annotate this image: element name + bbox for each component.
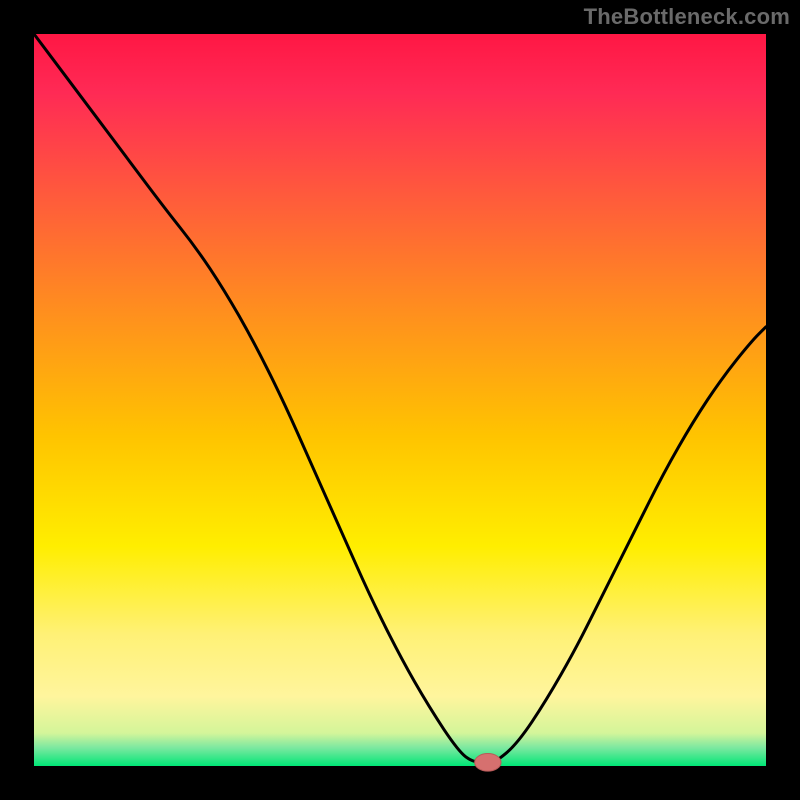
bottleneck-chart: TheBottleneck.com — [0, 0, 800, 800]
watermark-text: TheBottleneck.com — [584, 4, 790, 30]
optimal-point-marker — [475, 754, 501, 772]
chart-svg — [0, 0, 800, 800]
